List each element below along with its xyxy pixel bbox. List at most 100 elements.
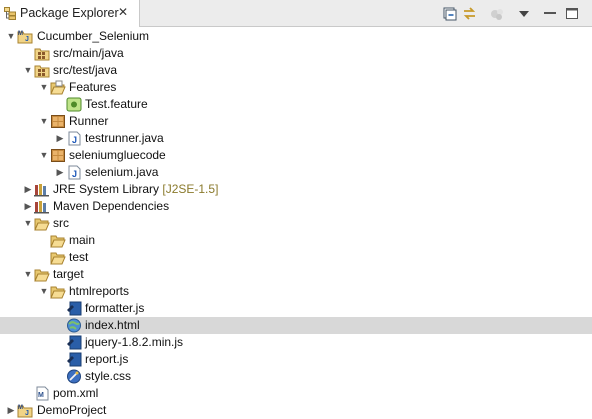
folder-open-icon — [34, 218, 50, 231]
svg-text:M: M — [38, 392, 44, 399]
tree-item-label: style.css — [85, 369, 132, 383]
tree-item-htmlreports[interactable]: ▼ htmlreports — [0, 283, 592, 300]
tree-item-label: report.js — [85, 352, 129, 366]
library-icon — [34, 184, 49, 197]
svg-text:J: J — [25, 410, 29, 417]
tree-item-style-css[interactable]: style.css — [0, 368, 592, 385]
tree-item-label: Maven Dependencies — [53, 199, 170, 213]
tree-item-label: htmlreports — [69, 284, 130, 298]
svg-text:J: J — [72, 135, 77, 145]
tree-item-label: main — [69, 233, 96, 247]
view-tab-bar: Package Explorer ✕ — [0, 0, 592, 27]
tree-item-jquery-js[interactable]: jquery-1.8.2.min.js — [0, 334, 592, 351]
tree-item-label: src/test/java — [53, 63, 118, 77]
tree-item-main[interactable]: main — [0, 232, 592, 249]
tree-item-label: index.html — [85, 318, 140, 332]
tree-item-jre-system-library[interactable]: ▶ JRE System Library [J2SE-1.5] — [0, 181, 592, 198]
svg-text:M: M — [18, 31, 23, 37]
folder-open-icon — [50, 80, 66, 95]
tree-item-label: src/main/java — [53, 46, 124, 60]
tree-item-label: pom.xml — [53, 386, 99, 400]
expand-toggle-icon[interactable]: ▼ — [23, 62, 33, 79]
java-file-icon: J — [68, 165, 81, 180]
tree-item-test[interactable]: test — [0, 249, 592, 266]
expand-toggle-icon[interactable]: ▶ — [6, 402, 16, 419]
svg-text:M: M — [18, 405, 23, 411]
library-icon — [34, 201, 49, 214]
expand-toggle-icon[interactable]: ▼ — [23, 266, 33, 283]
tree-item-runner[interactable]: ▼ Runner — [0, 113, 592, 130]
jre-version-decoration: [J2SE-1.5] — [162, 182, 219, 196]
expand-toggle-icon[interactable]: ▶ — [23, 198, 33, 215]
focus-on-active-task-icon[interactable] — [489, 5, 506, 22]
package-icon — [51, 149, 65, 162]
tree-item-report-js[interactable]: report.js — [0, 351, 592, 368]
project-tree: ▼ M J Cucumber_Selenium src/main/java ▼ … — [0, 28, 592, 419]
tree-item-label: testrunner.java — [85, 131, 164, 145]
expand-toggle-icon[interactable]: ▼ — [39, 147, 49, 164]
tree-item-selenium-java[interactable]: ▶ J selenium.java — [0, 164, 592, 181]
tree-item-cucumber-selenium[interactable]: ▼ M J Cucumber_Selenium — [0, 28, 592, 45]
maximize-icon[interactable] — [565, 5, 579, 22]
tree-item-src-main-java[interactable]: src/main/java — [0, 45, 592, 62]
source-folder-icon — [34, 48, 50, 61]
minimize-icon[interactable] — [543, 5, 557, 22]
feature-file-icon — [66, 97, 82, 112]
tree-item-seleniumgluecode[interactable]: ▼ seleniumgluecode — [0, 147, 592, 164]
tree-item-label: DemoProject — [37, 403, 107, 417]
tree-item-label: selenium.java — [85, 165, 159, 179]
svg-text:J: J — [72, 169, 77, 179]
tree-item-src-test-java[interactable]: ▼ src/test/java — [0, 62, 592, 79]
expand-toggle-icon[interactable]: ▼ — [6, 28, 16, 45]
tree-item-testrunner-java[interactable]: ▶ J testrunner.java — [0, 130, 592, 147]
link-with-editor-icon[interactable] — [461, 5, 478, 22]
svg-text:J: J — [25, 36, 29, 43]
tree-item-label: seleniumgluecode — [69, 148, 166, 162]
tree-item-label: src — [53, 216, 69, 230]
folder-open-icon — [50, 286, 66, 299]
tree-item-label: Cucumber_Selenium — [37, 29, 150, 43]
close-icon[interactable]: ✕ — [118, 5, 128, 19]
tree-item-index-html[interactable]: index.html — [0, 317, 592, 334]
js-file-icon — [67, 301, 82, 316]
tree-item-test-feature[interactable]: Test.feature — [0, 96, 592, 113]
tree-item-label: Test.feature — [85, 97, 148, 111]
tree-item-label: Runner — [69, 114, 109, 128]
tree-item-label: JRE System Library [J2SE-1.5] — [53, 182, 219, 196]
maven-project-icon: M J — [17, 405, 33, 418]
tree-item-label: formatter.js — [85, 301, 145, 315]
tree-item-maven-dependencies[interactable]: ▶ Maven Dependencies — [0, 198, 592, 215]
tree-item-formatter-js[interactable]: formatter.js — [0, 300, 592, 317]
folder-open-icon — [34, 269, 50, 282]
tree-item-features[interactable]: ▼ Features — [0, 79, 592, 96]
tree-item-label: target — [53, 267, 84, 281]
collapse-all-icon[interactable] — [441, 5, 458, 22]
css-file-icon — [67, 369, 81, 384]
expand-toggle-icon[interactable]: ▼ — [23, 215, 33, 232]
tree-item-target[interactable]: ▼ target — [0, 266, 592, 283]
expand-toggle-icon[interactable]: ▶ — [55, 130, 65, 147]
tree-item-label: Features — [69, 80, 117, 94]
maven-project-icon: M J — [17, 31, 33, 44]
js-file-icon — [67, 335, 82, 350]
expand-toggle-icon[interactable]: ▼ — [39, 113, 49, 130]
tab-package-explorer[interactable]: Package Explorer ✕ — [0, 0, 140, 27]
tree-item-demoproject[interactable]: ▶ M J DemoProject — [0, 402, 592, 419]
tree-item-src[interactable]: ▼ src — [0, 215, 592, 232]
expand-toggle-icon[interactable]: ▶ — [23, 181, 33, 198]
package-icon — [51, 115, 65, 128]
package-explorer-icon — [4, 7, 16, 20]
tree-item-label: jquery-1.8.2.min.js — [85, 335, 184, 349]
source-folder-icon — [34, 65, 50, 78]
expand-toggle-icon[interactable]: ▼ — [39, 283, 49, 300]
expand-toggle-icon[interactable]: ▶ — [55, 164, 65, 181]
view-menu-icon[interactable] — [518, 5, 530, 22]
xml-file-icon: M — [36, 386, 49, 401]
folder-open-icon — [50, 252, 66, 265]
java-file-icon: J — [68, 131, 81, 146]
folder-open-icon — [50, 235, 66, 248]
expand-toggle-icon[interactable]: ▼ — [39, 79, 49, 96]
tree-item-pom-xml[interactable]: M pom.xml — [0, 385, 592, 402]
html-file-icon — [67, 318, 81, 333]
js-file-icon — [67, 352, 82, 367]
